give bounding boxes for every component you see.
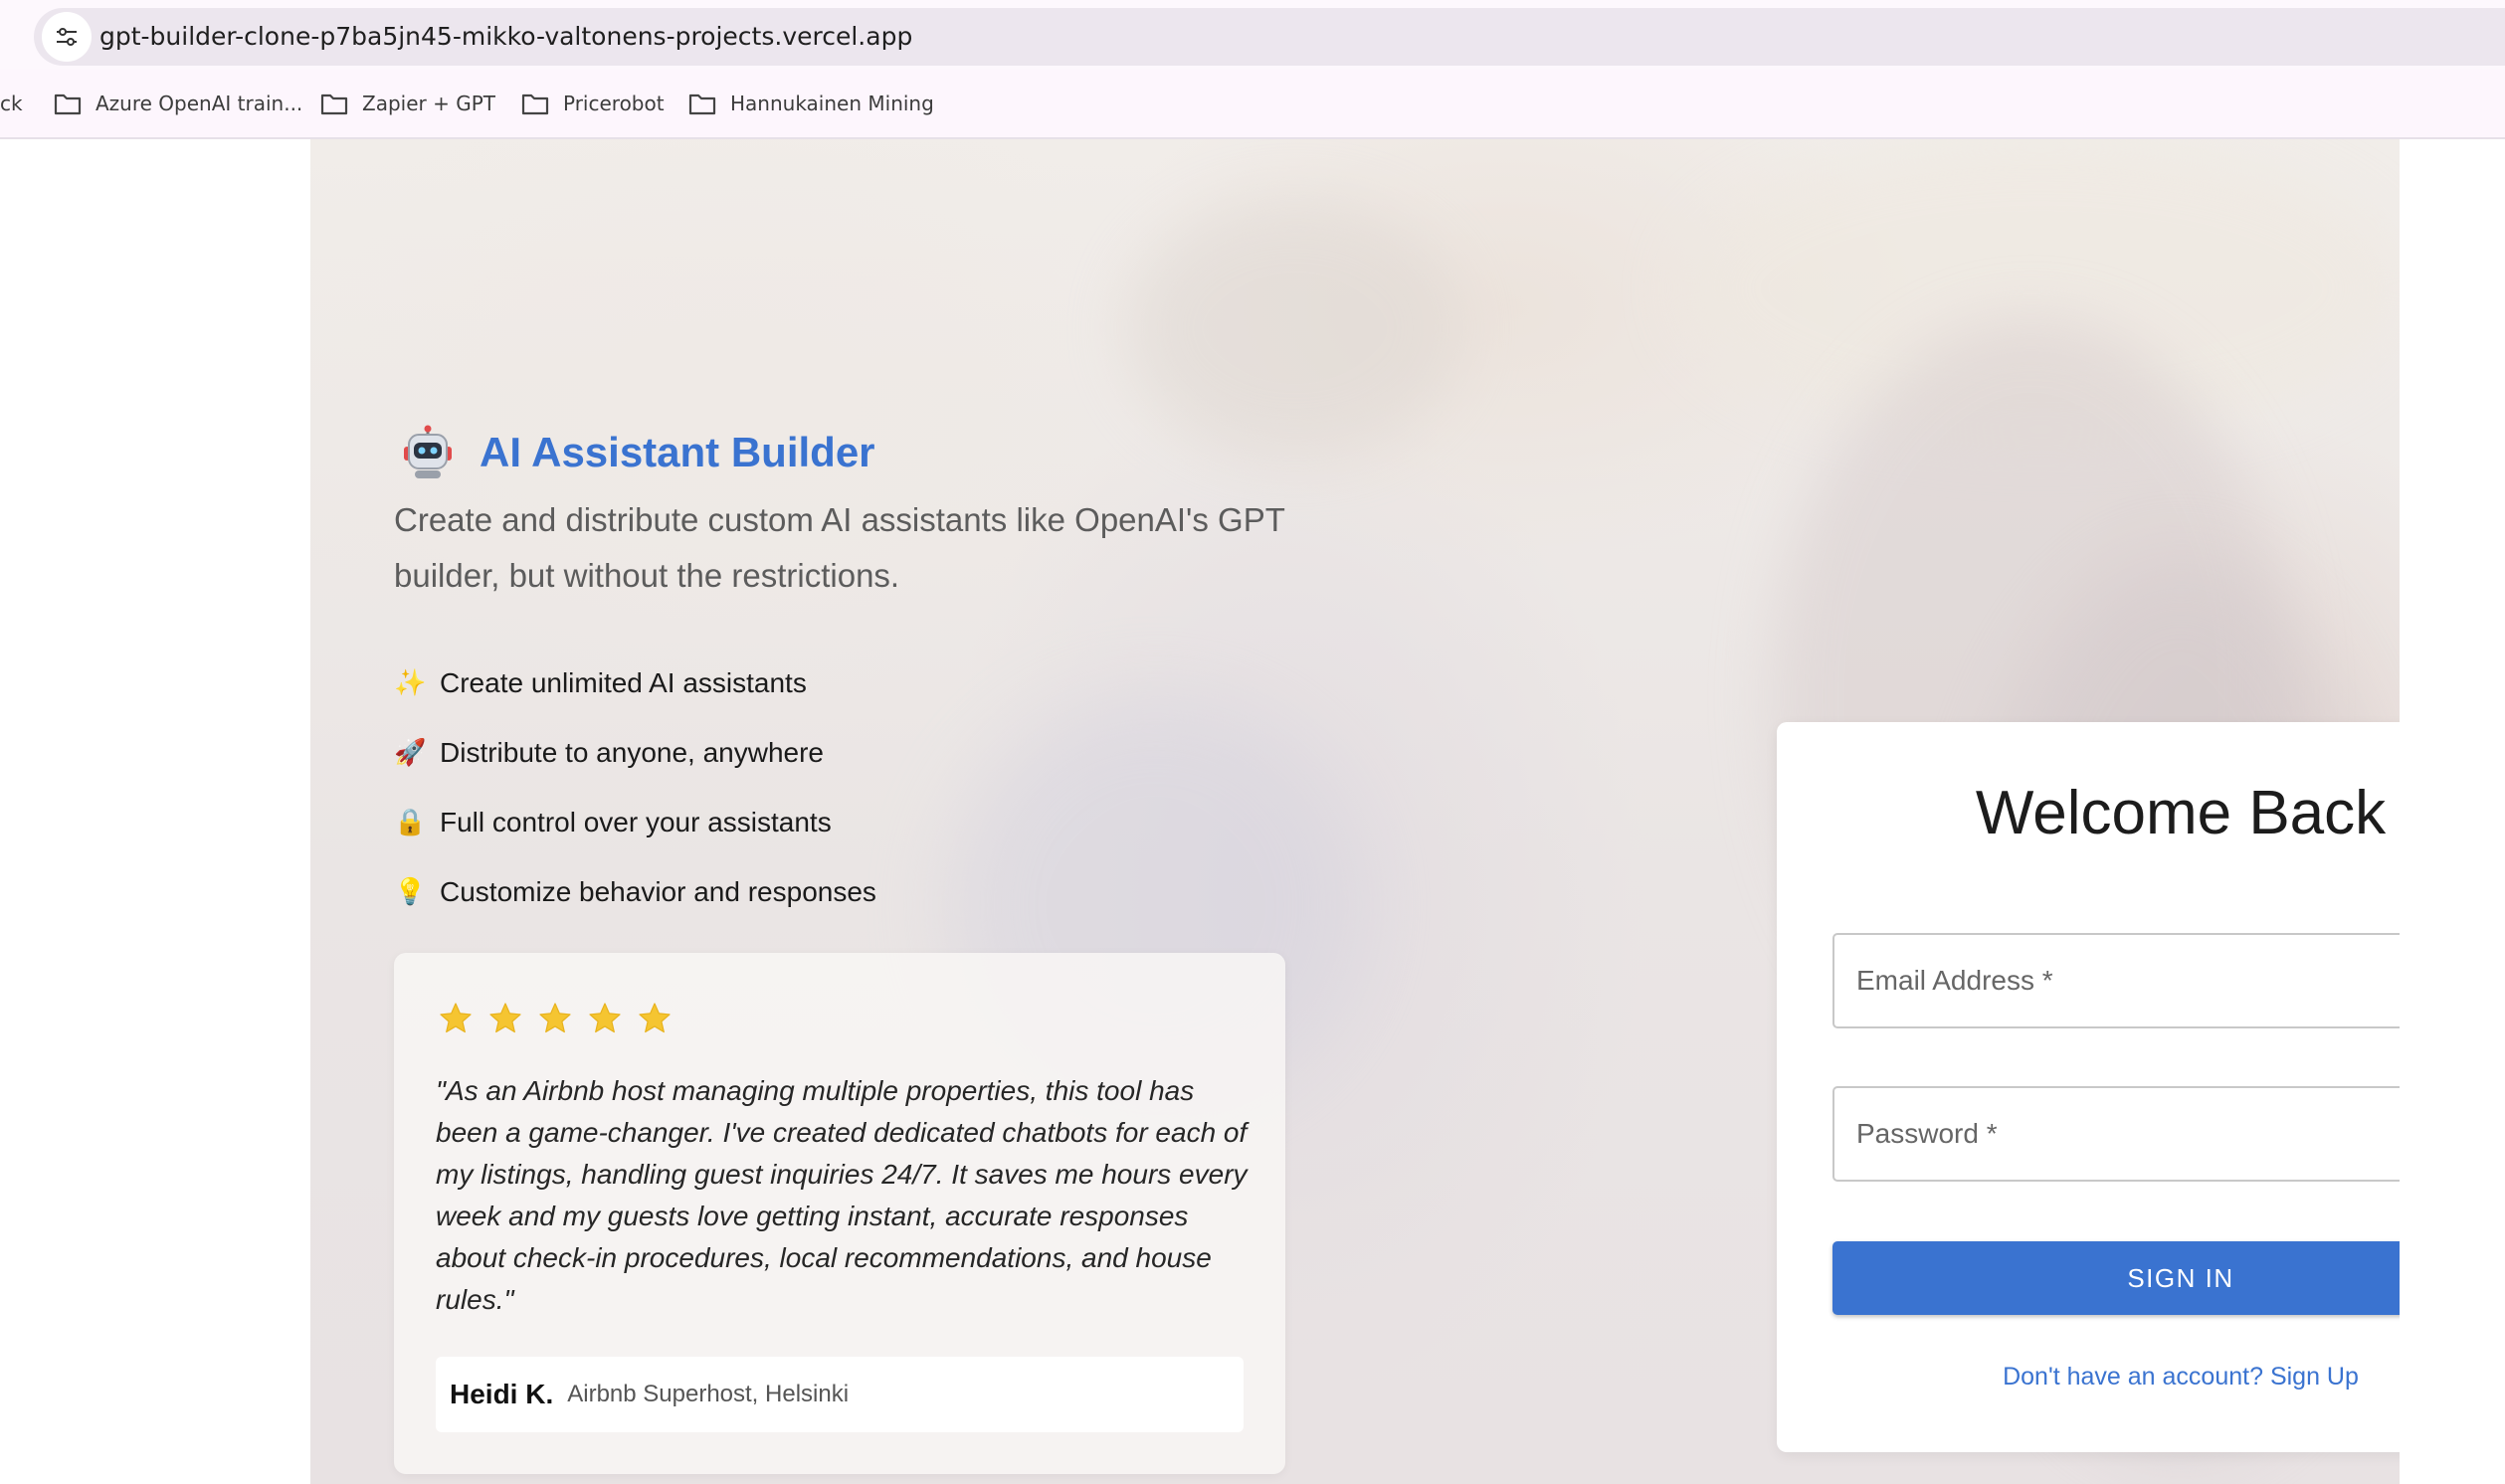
feature-item: 💡 Customize behavior and responses [394, 857, 876, 927]
testimonial-author: Heidi K. Airbnb Superhost, Helsinki [436, 1357, 1244, 1432]
star-icon [489, 1003, 521, 1033]
brand-header: AI Assistant Builder [400, 423, 875, 482]
password-input[interactable] [1834, 1088, 2400, 1180]
app-title: AI Assistant Builder [480, 429, 875, 475]
author-name: Heidi K. [450, 1379, 554, 1409]
folder-icon [54, 93, 82, 115]
sparkles-icon: ✨ [394, 668, 427, 698]
feature-item: 🔒 Full control over your assistants [394, 788, 876, 857]
sign-up-link[interactable]: Don't have an account? Sign Up [1777, 1363, 2400, 1391]
password-field[interactable] [1832, 1086, 2400, 1182]
email-field[interactable] [1832, 933, 2400, 1028]
hero-subtitle: Create and distribute custom AI assistan… [394, 501, 1285, 594]
testimonial-card: "As an Airbnb host managing multiple pro… [394, 953, 1285, 1474]
folder-icon [320, 93, 348, 115]
star-icon [539, 1003, 571, 1033]
bookmark-label: ck [0, 92, 23, 115]
bookmark-label: Hannukainen Mining [730, 92, 934, 115]
feature-item: ✨ Create unlimited AI assistants [394, 649, 876, 718]
feature-text: Full control over your assistants [440, 807, 832, 837]
lock-icon: 🔒 [394, 808, 427, 837]
address-bar[interactable]: gpt-builder-clone-p7ba5jn45-mikko-valton… [34, 8, 2505, 66]
bookmarks-bar: ck Azure OpenAI train... Zapier + GPT Pr… [0, 70, 2505, 139]
star-rating [438, 1001, 673, 1036]
feature-item: 🚀 Distribute to anyone, anywhere [394, 718, 876, 788]
sign-in-button[interactable]: SIGN IN [1832, 1241, 2400, 1315]
site-settings-icon[interactable] [42, 12, 92, 62]
login-card: Welcome Back SIGN IN Don't have an accou… [1777, 722, 2400, 1452]
login-title: Welcome Back [1975, 779, 2387, 847]
star-icon [440, 1003, 472, 1033]
background-photo-blur [1126, 199, 1464, 458]
star-icon [589, 1003, 621, 1033]
url-text[interactable]: gpt-builder-clone-p7ba5jn45-mikko-valton… [99, 22, 912, 51]
bookmark-item[interactable]: Hannukainen Mining [688, 88, 934, 119]
testimonial-quote: "As an Airbnb host managing multiple pro… [436, 1075, 1248, 1315]
feature-text: Distribute to anyone, anywhere [440, 737, 824, 768]
star-icon [639, 1003, 671, 1033]
bookmark-label: Azure OpenAI train... [96, 92, 303, 115]
feature-list: ✨ Create unlimited AI assistants 🚀 Distr… [394, 649, 876, 927]
bookmark-label: Zapier + GPT [362, 92, 495, 115]
browser-toolbar: gpt-builder-clone-p7ba5jn45-mikko-valton… [0, 0, 2505, 70]
bookmark-item[interactable]: Pricerobot [521, 88, 665, 119]
robot-icon [404, 425, 452, 478]
bookmark-label: Pricerobot [563, 92, 665, 115]
feature-text: Create unlimited AI assistants [440, 667, 807, 698]
email-input[interactable] [1834, 935, 2400, 1026]
bookmark-item[interactable]: Azure OpenAI train... [54, 88, 302, 119]
hero-section: AI Assistant Builder Create and distribu… [310, 139, 2400, 1484]
bookmark-item[interactable]: ck [0, 88, 23, 119]
lightbulb-icon: 💡 [394, 877, 427, 907]
folder-icon [688, 93, 716, 115]
folder-icon [521, 93, 549, 115]
rocket-icon: 🚀 [394, 738, 427, 768]
bookmark-item[interactable]: Zapier + GPT [320, 88, 495, 119]
feature-text: Customize behavior and responses [440, 876, 876, 907]
author-role: Airbnb Superhost, Helsinki [567, 1381, 850, 1407]
